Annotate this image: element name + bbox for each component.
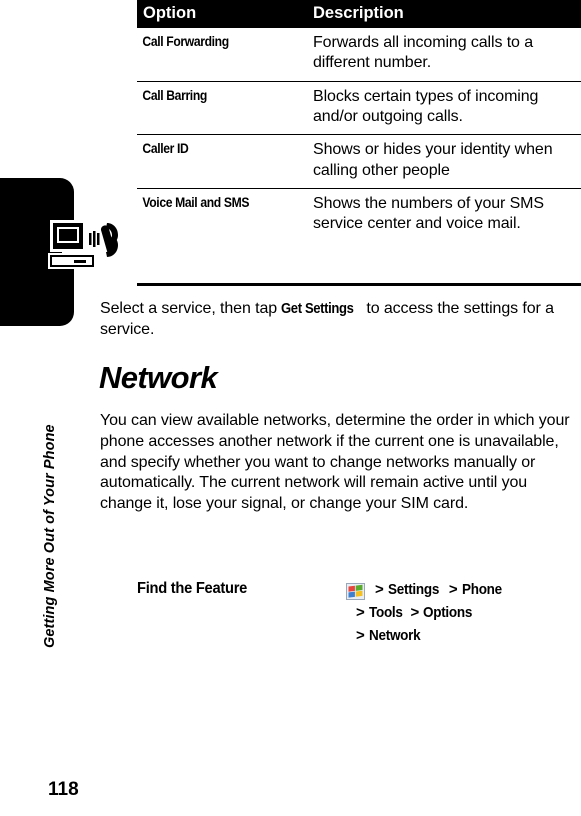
windows-start-icon — [346, 583, 365, 600]
column-header-option: Option — [137, 0, 307, 28]
path-segment-tools: Tools — [368, 603, 403, 621]
column-header-description: Description — [307, 0, 581, 28]
feature-path-line: > Settings > Phone — [375, 579, 506, 602]
find-the-feature-label: Find the Feature — [137, 580, 248, 597]
option-name: Voice Mail and SMS — [137, 187, 290, 242]
option-description: Blocks certain types of incoming and/or … — [307, 80, 581, 135]
ui-term-get-settings: Get Settings — [281, 301, 354, 317]
option-name: Call Barring — [137, 80, 290, 135]
path-segment-options: Options — [423, 603, 473, 621]
path-separator: > — [448, 581, 458, 598]
intro-text-before: Select a service, then tap — [100, 300, 282, 317]
running-head-label: Getting More Out of Your Phone — [42, 424, 58, 648]
page-title: Network — [99, 360, 218, 395]
path-separator: > — [410, 603, 420, 621]
table-row: Call Barring Blocks certain types of inc… — [137, 80, 581, 135]
feature-path-line: > Tools > Options — [356, 602, 506, 625]
path-segment-phone: Phone — [461, 581, 502, 598]
option-description: Shows or hides your identity when callin… — [307, 134, 581, 189]
option-description: Forwards all incoming calls to a differe… — [313, 33, 533, 72]
running-head: Getting More Out of Your Phone — [0, 10, 58, 648]
network-paragraph: You can view available networks, determi… — [100, 412, 570, 513]
option-name: Call Forwarding — [142, 33, 229, 49]
options-table: Option Description Call Forwarding Forwa… — [137, 0, 581, 242]
option-name: Caller ID — [137, 134, 290, 189]
table-row: Call Forwarding Forwards all incoming ca… — [137, 28, 581, 81]
path-segment-network: Network — [368, 626, 421, 644]
table-row: Voice Mail and SMS Shows the numbers of … — [137, 187, 581, 242]
path-separator: > — [375, 581, 384, 598]
option-description: Shows the numbers of your SMS service ce… — [307, 187, 581, 242]
path-separator: > — [356, 626, 365, 644]
path-segment-settings: Settings — [387, 581, 440, 598]
feature-path-line: > Network — [356, 625, 506, 648]
table-bottom-rule — [137, 283, 581, 286]
feature-path-lines: > Settings > Phone > Tools > Options > N… — [356, 579, 506, 647]
intro-paragraph: Select a service, then tap Get Settings … — [100, 299, 581, 341]
computer-phone-icon — [48, 219, 120, 277]
path-separator: > — [356, 603, 365, 621]
table-row: Caller ID Shows or hides your identity w… — [137, 134, 581, 189]
page-number: 118 — [48, 779, 79, 800]
table-header-row: Option Description — [137, 0, 581, 28]
